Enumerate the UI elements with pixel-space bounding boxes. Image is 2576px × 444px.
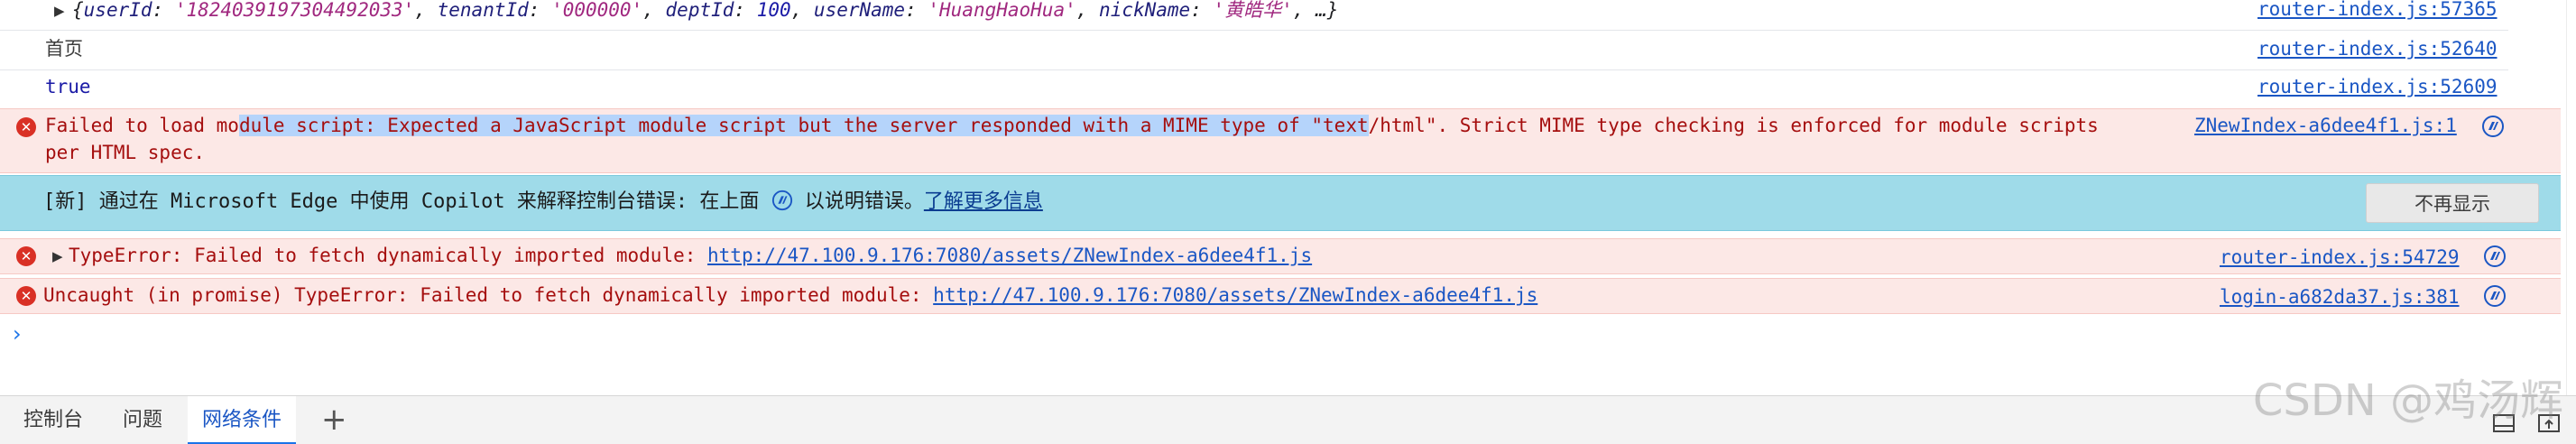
module-url-link[interactable]: http://47.100.9.176:7080/assets/ZNewInde… bbox=[933, 284, 1537, 306]
object-value: '000000' bbox=[551, 0, 643, 21]
console-message-object[interactable]: ▶ {userId: '1824039197304492033', tenant… bbox=[0, 0, 2508, 31]
banner-suffix: 以说明错误。 bbox=[792, 190, 924, 213]
error-text: TypeError: Failed to fetch dynamically i… bbox=[69, 243, 1312, 269]
dont-show-again-button[interactable]: 不再显示 bbox=[2366, 183, 2539, 223]
object-colon: : bbox=[1190, 0, 1214, 21]
log-text: 首页 bbox=[45, 38, 83, 60]
error-message: TypeError: Failed to fetch dynamically i… bbox=[69, 245, 708, 266]
object-colon: : bbox=[528, 0, 552, 21]
copilot-info-banner: [新] 通过在 Microsoft Edge 中使用 Copilot 来解释控制… bbox=[0, 175, 2561, 231]
console-message-error: ✕ Uncaught (in promise) TypeError: Faile… bbox=[0, 278, 2561, 314]
object-value: 100 bbox=[756, 0, 791, 21]
object-value: 'HuangHaoHua' bbox=[928, 0, 1076, 21]
error-text-line2: per HTML spec. bbox=[45, 142, 206, 163]
source-link[interactable]: router-index.js:54729 bbox=[2220, 245, 2460, 271]
object-separator: , bbox=[790, 0, 814, 21]
object-key: deptId bbox=[665, 0, 734, 21]
log-boolean: true bbox=[45, 76, 91, 97]
copilot-explain-icon[interactable] bbox=[2483, 284, 2507, 308]
object-colon: : bbox=[734, 0, 757, 21]
tab-console[interactable]: 控制台 bbox=[9, 396, 97, 444]
copilot-explain-icon[interactable] bbox=[2481, 115, 2505, 138]
bottom-drawer-tabbar: 控制台 问题 网络条件 + bbox=[0, 395, 2576, 444]
console-message-log: 首页 router-index.js:52640 bbox=[0, 31, 2508, 70]
source-link[interactable]: router-index.js:52609 bbox=[2257, 74, 2498, 100]
object-key: tenantId bbox=[437, 0, 529, 21]
object-value: '黄皓华' bbox=[1213, 0, 1293, 21]
object-separator: , bbox=[642, 0, 666, 21]
error-message: Uncaught (in promise) TypeError: Failed … bbox=[43, 284, 934, 306]
object-key: nickName bbox=[1099, 0, 1191, 21]
tab-network-conditions[interactable]: 网络条件 bbox=[188, 396, 297, 444]
object-colon: : bbox=[152, 0, 175, 21]
source-link[interactable]: ZNewIndex-a6dee4f1.js:1 bbox=[2194, 113, 2457, 139]
vertical-scrollbar[interactable] bbox=[2566, 0, 2576, 395]
object-separator: , bbox=[414, 0, 438, 21]
watermark-text: CSDN @鸡汤辉 bbox=[2252, 375, 2563, 426]
banner-prefix: [新] 通过在 Microsoft Edge 中使用 Copilot 来解释控制… bbox=[43, 190, 771, 213]
console-message-error: ✕ Failed to load module script: Expected… bbox=[0, 108, 2561, 173]
copilot-inline-icon bbox=[771, 190, 792, 211]
source-link[interactable]: login-a682da37.js:381 bbox=[2220, 284, 2460, 310]
console-message-log: true router-index.js:52609 bbox=[0, 70, 2508, 106]
add-tab-icon[interactable]: + bbox=[321, 396, 347, 444]
object-separator: , bbox=[1076, 0, 1100, 21]
tab-issues[interactable]: 问题 bbox=[108, 396, 177, 444]
error-icon: ✕ bbox=[16, 117, 36, 137]
expand-triangle-icon[interactable]: ▶ bbox=[52, 244, 63, 270]
console-prompt-input[interactable]: › bbox=[13, 321, 22, 347]
banner-text: [新] 通过在 Microsoft Edge 中使用 Copilot 来解释控制… bbox=[43, 189, 1043, 216]
error-icon: ✕ bbox=[16, 286, 36, 306]
expand-triangle-icon[interactable]: ▶ bbox=[54, 1, 65, 22]
source-link[interactable]: router-index.js:52640 bbox=[2257, 36, 2498, 62]
learn-more-link[interactable]: 了解更多信息 bbox=[924, 190, 1043, 213]
copilot-explain-icon[interactable] bbox=[2483, 245, 2507, 268]
object-colon: : bbox=[905, 0, 928, 21]
object-preview[interactable]: {userId: '1824039197304492033', tenantId… bbox=[72, 0, 1338, 21]
object-brace: { bbox=[72, 0, 84, 21]
module-url-link[interactable]: http://47.100.9.176:7080/assets/ZNewInde… bbox=[707, 245, 1312, 266]
selected-text: dule script: Expected a JavaScript modul… bbox=[238, 115, 1369, 136]
source-link[interactable]: router-index.js:57365 bbox=[2257, 0, 2498, 23]
error-text-pre: Failed to load mo bbox=[45, 115, 239, 136]
object-key: userName bbox=[813, 0, 906, 21]
error-icon: ✕ bbox=[16, 246, 36, 266]
error-text: Uncaught (in promise) TypeError: Failed … bbox=[43, 282, 1537, 309]
console-message-error[interactable]: ✕ ▶ TypeError: Failed to fetch dynamical… bbox=[0, 238, 2561, 274]
error-text-line1: Failed to load module script: Expected a… bbox=[45, 113, 2099, 139]
error-text-post: /html". Strict MIME type checking is enf… bbox=[1368, 115, 2099, 136]
devtools-console-panel: ▶ {userId: '1824039197304492033', tenant… bbox=[0, 0, 2576, 444]
object-tail: , …} bbox=[1292, 0, 1339, 21]
object-key: userId bbox=[83, 0, 152, 21]
object-value: '1824039197304492033' bbox=[174, 0, 415, 21]
